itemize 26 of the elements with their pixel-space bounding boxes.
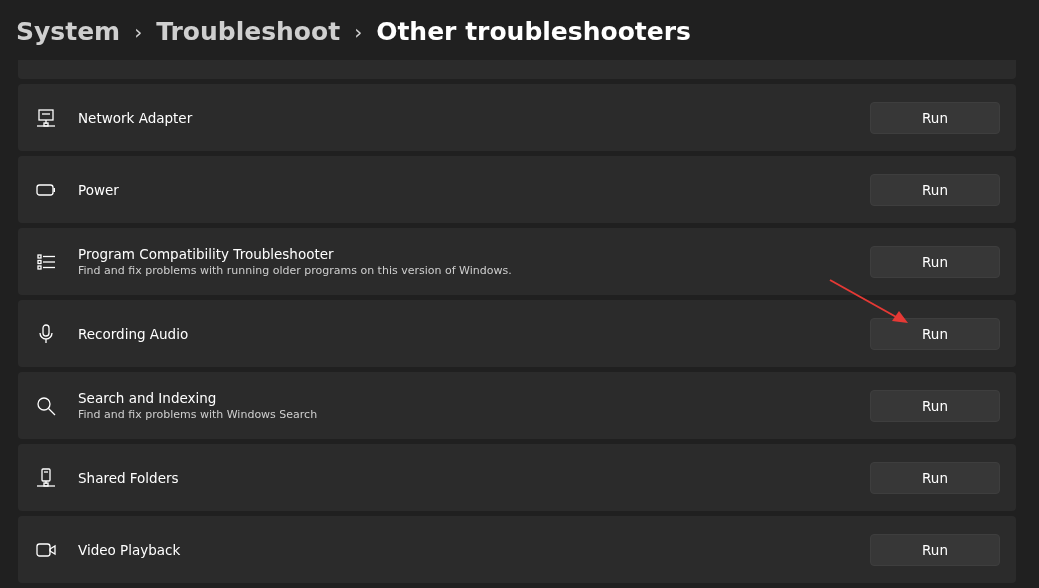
- chevron-separator: ›: [134, 19, 143, 44]
- run-button[interactable]: Run: [870, 317, 1000, 350]
- troubleshooter-title: Recording Audio: [78, 325, 190, 342]
- breadcrumb-item[interactable]: System: [16, 17, 121, 46]
- list-icon: [36, 251, 56, 272]
- run-button[interactable]: Run: [870, 389, 1000, 422]
- run-button[interactable]: Run: [870, 245, 1000, 278]
- microphone-icon: [36, 323, 56, 344]
- troubleshooter-description: Find and fix problems with Windows Search: [78, 408, 319, 421]
- troubleshooter-title: Search and Indexing: [78, 390, 218, 406]
- troubleshooter-title: Power: [78, 181, 120, 198]
- troubleshooter-title: Program Compatibility Troubleshooter: [78, 246, 335, 262]
- breadcrumb-item[interactable]: Troubleshoot: [156, 17, 341, 46]
- breadcrumb-item[interactable]: Other troubleshooters: [376, 17, 691, 46]
- run-button[interactable]: Run: [870, 461, 1000, 494]
- computer-network-icon: [36, 107, 56, 128]
- chevron-separator: ›: [354, 19, 363, 44]
- troubleshooter-title: Shared Folders: [78, 469, 180, 486]
- troubleshooter-title: Network Adapter: [78, 109, 194, 126]
- search-icon: [36, 395, 56, 416]
- run-button[interactable]: Run: [870, 533, 1000, 566]
- run-button[interactable]: Run: [870, 101, 1000, 134]
- troubleshooter-description: Find and fix problems with running older programs on this version of Windows.: [78, 264, 513, 277]
- troubleshooter-title: Video Playback: [78, 541, 182, 558]
- server-network-icon: [36, 467, 56, 488]
- run-button[interactable]: Run: [870, 173, 1000, 206]
